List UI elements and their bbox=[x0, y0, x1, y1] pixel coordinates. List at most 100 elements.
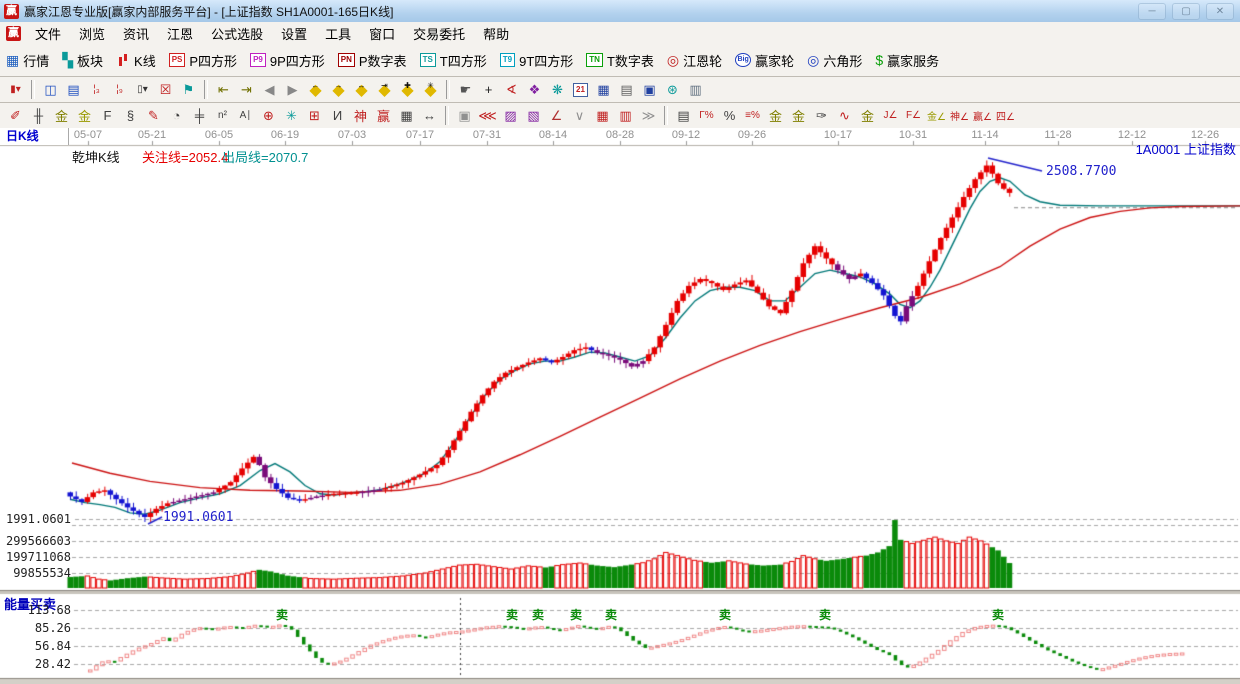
toolbar-gann-wheel-button[interactable]: ◎江恩轮 bbox=[667, 51, 722, 70]
tool-percent-levels-icon[interactable]: ≡% bbox=[741, 105, 764, 126]
tool-spiral-icon[interactable]: § bbox=[119, 105, 142, 126]
tool-close-box-icon[interactable]: ☒ bbox=[154, 79, 177, 100]
tool-diamond-burst-icon[interactable]: ◆✳ bbox=[419, 79, 442, 100]
menu-浏览[interactable]: 浏览 bbox=[70, 25, 114, 44]
toolbar-t-square-button[interactable]: TST四方形 bbox=[420, 51, 487, 70]
tool-gold-underline-icon[interactable]: 金 bbox=[856, 105, 879, 126]
menu-资讯[interactable]: 资讯 bbox=[114, 25, 158, 44]
toolbar-t-number-table-button[interactable]: TNT数字表 bbox=[586, 51, 654, 70]
maximize-button[interactable]: ▢ bbox=[1172, 3, 1200, 20]
tool-table-e-icon[interactable]: ▤ bbox=[672, 105, 695, 126]
tool-gold-lines-1-icon[interactable]: 金 bbox=[50, 105, 73, 126]
tool-angle-shen-icon[interactable]: 神∠ bbox=[948, 105, 971, 126]
tool-crosshair-icon[interactable]: + bbox=[477, 79, 500, 100]
toolbar-separator bbox=[445, 106, 449, 125]
tool-step-back-icon[interactable]: ◀ bbox=[258, 79, 281, 100]
tool-f-lines-icon[interactable]: F bbox=[96, 105, 119, 126]
tool-star-rays-icon[interactable]: ✳ bbox=[280, 105, 303, 126]
tool-notepad-icon[interactable]: ▤ bbox=[615, 79, 638, 100]
tool-hand-icon[interactable]: ☛ bbox=[454, 79, 477, 100]
tool-bars-9-icon[interactable]: ¦₉ bbox=[108, 79, 131, 100]
tool-red-rays-icon[interactable]: ⋘ bbox=[476, 105, 499, 126]
menu-文件[interactable]: 文件 bbox=[26, 25, 70, 44]
tool-grid-lines-icon[interactable]: ╫ bbox=[27, 105, 50, 126]
tool-purple-grid-2-icon[interactable]: ▧ bbox=[522, 105, 545, 126]
tool-kline-style-icon[interactable]: ◫ bbox=[39, 79, 62, 100]
tool-red-grid-1-icon[interactable]: ▦ bbox=[591, 105, 614, 126]
tool-frame-tool-icon[interactable]: ▣ bbox=[453, 105, 476, 126]
tool-web-tool-icon[interactable]: ❋ bbox=[546, 79, 569, 100]
minimize-button[interactable]: ─ bbox=[1138, 3, 1166, 20]
toolbar-quotes-button[interactable]: ▦行情 bbox=[6, 51, 49, 70]
tool-first-page-icon[interactable]: ⇤ bbox=[212, 79, 235, 100]
tool-gold-lines-2-icon[interactable]: 金 bbox=[73, 105, 96, 126]
tool-red-pen-icon[interactable]: ✎ bbox=[142, 105, 165, 126]
tool-gold-levels-icon[interactable]: 金 bbox=[787, 105, 810, 126]
toolbar-winner-service-button[interactable]: $赢家服务 bbox=[875, 51, 939, 70]
menu-设置[interactable]: 设置 bbox=[272, 25, 316, 44]
tool-diamond-hexpand-icon[interactable]: ◆↔ bbox=[350, 79, 373, 100]
tool-purple-tool-icon[interactable]: ❖ bbox=[523, 79, 546, 100]
tool-last-page-icon[interactable]: ⇥ bbox=[235, 79, 258, 100]
tool-angle-j-icon[interactable]: J∠ bbox=[879, 105, 902, 126]
tool-step-forward-icon[interactable]: ▶ bbox=[281, 79, 304, 100]
tool-red-grid-2-icon[interactable]: ▥ bbox=[614, 105, 637, 126]
toolbar-winner-wheel-button[interactable]: Big赢家轮 bbox=[735, 51, 794, 70]
tool-calculator-icon[interactable]: ▦ bbox=[592, 79, 615, 100]
tool-diamond-left-icon[interactable]: ◆← bbox=[304, 79, 327, 100]
toolbar-9t-square-button[interactable]: T99T四方形 bbox=[500, 51, 574, 70]
toolbar-9p-square-button[interactable]: P99P四方形 bbox=[250, 51, 325, 70]
tool-n-square-icon[interactable]: n² bbox=[211, 105, 234, 126]
menu-江恩[interactable]: 江恩 bbox=[158, 25, 202, 44]
tool-bars-3-icon[interactable]: ¦₃ bbox=[85, 79, 108, 100]
tool-printer-icon[interactable]: ▥ bbox=[684, 79, 707, 100]
menu-工具[interactable]: 工具 bbox=[316, 25, 360, 44]
toolbar-sectors-button[interactable]: ▚板块 bbox=[62, 51, 103, 70]
toolbar-p-number-table-button[interactable]: PNP数字表 bbox=[338, 51, 407, 70]
tool-diamond-hshrink-icon[interactable]: ◆⇥ bbox=[373, 79, 396, 100]
kline-chart-canvas[interactable] bbox=[0, 128, 1240, 684]
tool-width-arrows-icon[interactable]: ↔ bbox=[418, 105, 441, 126]
tool-calendar-21-icon[interactable]: 21 bbox=[569, 79, 592, 100]
tool-wave-line-icon[interactable]: ∿ bbox=[833, 105, 856, 126]
tool-ying-tool-icon[interactable]: 赢 bbox=[372, 105, 395, 126]
tool-angle-four-icon[interactable]: 四∠ bbox=[994, 105, 1017, 126]
menu-公式选股[interactable]: 公式选股 bbox=[202, 25, 272, 44]
tool-diamond-right-icon[interactable]: ◆→ bbox=[327, 79, 350, 100]
tool-percent-icon[interactable]: % bbox=[718, 105, 741, 126]
tool-gold-circle-icon[interactable]: 金 bbox=[764, 105, 787, 126]
tool-circle-cross-icon[interactable]: ⊕ bbox=[257, 105, 280, 126]
tool-shen-tool-icon[interactable]: 神 bbox=[349, 105, 372, 126]
menu-窗口[interactable]: 窗口 bbox=[360, 25, 404, 44]
tool-angle-pen-icon[interactable]: ∠ bbox=[545, 105, 568, 126]
tool-save-icon[interactable]: ▣ bbox=[638, 79, 661, 100]
tool-n-wave-icon[interactable]: И bbox=[326, 105, 349, 126]
tool-period-combo-icon[interactable]: ▮▾ bbox=[4, 79, 27, 100]
tool-flag-chart-icon[interactable]: ⚑ bbox=[177, 79, 200, 100]
tool-knife-tool-icon[interactable]: ✐ bbox=[4, 105, 27, 126]
tool-candle-combo-icon[interactable]: ▯▾ bbox=[131, 79, 154, 100]
tool-v-lines-icon[interactable]: ∨ bbox=[568, 105, 591, 126]
tool-hash-lines-icon[interactable]: ╪ bbox=[188, 105, 211, 126]
close-button[interactable]: ✕ bbox=[1206, 3, 1234, 20]
tool-clock-cycle-icon[interactable]: ◔ bbox=[165, 105, 188, 126]
tool-gann-grid-icon[interactable]: ⊞ bbox=[303, 105, 326, 126]
tool-angle-f-icon[interactable]: F∠ bbox=[902, 105, 925, 126]
toolbar-p-square-button[interactable]: PSP四方形 bbox=[169, 51, 237, 70]
tool-gray-rays-icon[interactable]: ≫ bbox=[637, 105, 660, 126]
tool-angle-ruler-icon[interactable]: ∢ bbox=[500, 79, 523, 100]
tool-globe-chart-icon[interactable]: ⊛ bbox=[661, 79, 684, 100]
tool-angle-gold-icon[interactable]: 金∠ bbox=[925, 105, 948, 126]
menu-交易委托[interactable]: 交易委托 bbox=[404, 25, 474, 44]
toolbar-hexagon-button[interactable]: ◎六角形 bbox=[807, 51, 862, 70]
menu-帮助[interactable]: 帮助 bbox=[474, 25, 518, 44]
tool-percent-line-icon[interactable]: Γ% bbox=[695, 105, 718, 126]
tool-report-icon[interactable]: ▤ bbox=[62, 79, 85, 100]
tool-diamond-vexpand-icon[interactable]: ◆✚ bbox=[396, 79, 419, 100]
tool-a-lines-icon[interactable]: A∣ bbox=[234, 105, 257, 126]
tool-ink-pen-icon[interactable]: ✑ bbox=[810, 105, 833, 126]
tool-purple-grid-1-icon[interactable]: ▨ bbox=[499, 105, 522, 126]
tool-number-grid-icon[interactable]: ▦ bbox=[395, 105, 418, 126]
toolbar-kline-button[interactable]: K线 bbox=[116, 51, 156, 70]
tool-angle-ying-icon[interactable]: 赢∠ bbox=[971, 105, 994, 126]
